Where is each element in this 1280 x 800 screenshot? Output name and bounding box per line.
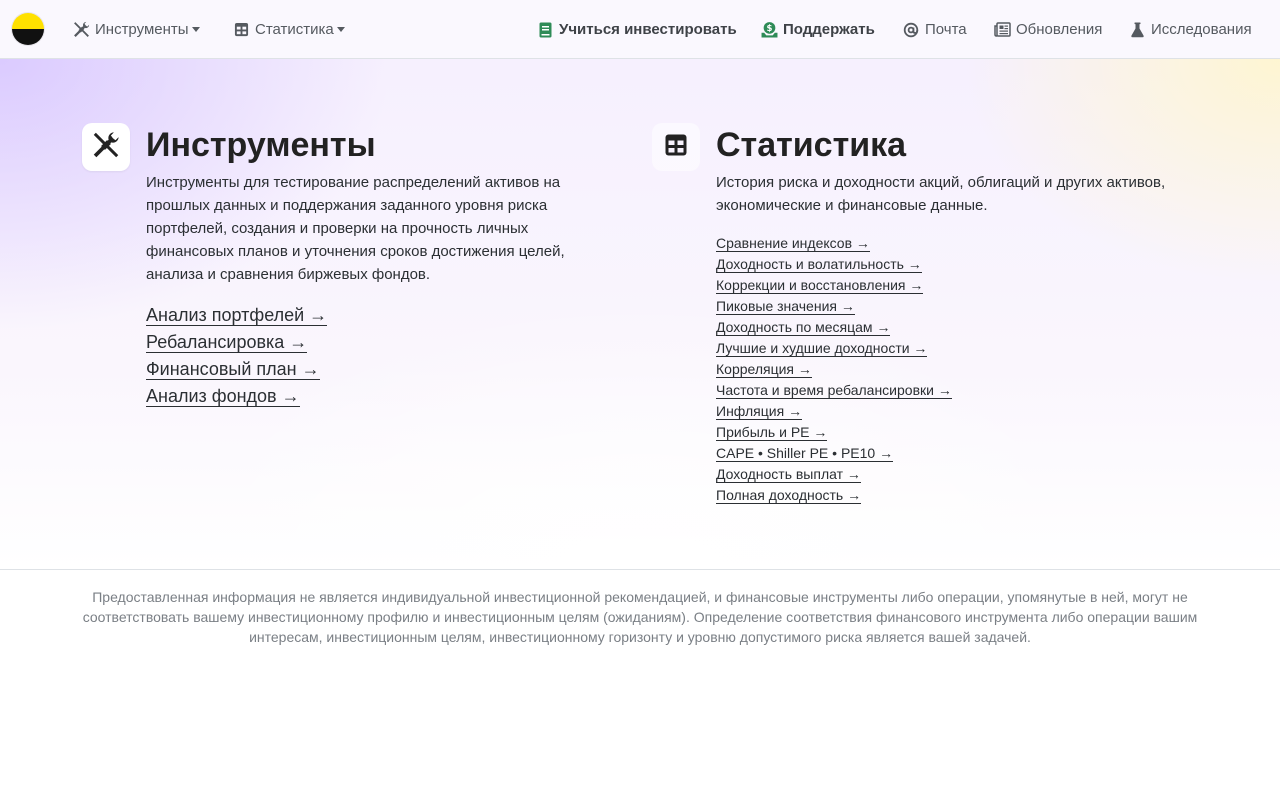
stats-link-total-return[interactable]: Полная доходность →: [716, 487, 862, 504]
list-item: Корреляция →: [716, 360, 952, 381]
stats-link-best-worst-returns[interactable]: Лучшие и худшие доходности →: [716, 340, 928, 357]
nav-research-link[interactable]: Исследования: [1128, 0, 1252, 59]
nav-support-label: Поддержать: [783, 21, 875, 38]
list-item: Лучшие и худшие доходности →: [716, 339, 952, 360]
table-icon: [664, 133, 688, 162]
nav-updates-label: Обновления: [1016, 21, 1103, 38]
stats-link-cape[interactable]: CAPE • Shiller PE • PE10 →: [716, 445, 894, 462]
nav-mail-label: Почта: [925, 21, 967, 38]
flask-icon: [1128, 21, 1146, 39]
disclaimer-text: Предоставленная информация не является и…: [82, 589, 1198, 645]
stats-link-rebalancing-frequency[interactable]: Частота и время ребалансировки →: [716, 382, 952, 399]
tools-links-list: Анализ портфелей → Ребалансировка → Фина…: [146, 303, 328, 411]
list-item: Анализ фондов →: [146, 384, 327, 411]
nav-mail-link[interactable]: Почта: [902, 0, 967, 59]
stats-section-icon: [652, 123, 700, 171]
nav-updates-link[interactable]: Обновления: [993, 0, 1102, 59]
list-item: Финансовый план →: [146, 357, 327, 384]
list-item: CAPE • Shiller PE • PE10 →: [716, 444, 952, 465]
book-icon: [536, 21, 554, 39]
list-item: Ребалансировка →: [146, 330, 327, 357]
nav-tools-dropdown[interactable]: Инструменты: [72, 0, 200, 59]
list-item: Инфляция →: [716, 402, 952, 423]
list-item: Полная доходность →: [716, 486, 952, 507]
nav-tools-label: Инструменты: [95, 21, 189, 38]
svg-text:$: $: [766, 24, 772, 34]
stats-section-title: Статистика: [716, 126, 907, 164]
list-item: Доходность и волатильность →: [716, 255, 952, 276]
nav-stats-dropdown[interactable]: Статистика: [232, 0, 345, 59]
tools-icon: [92, 131, 120, 164]
nav-support-link[interactable]: $ Поддержать: [760, 0, 875, 59]
stats-link-payout-yield[interactable]: Доходность выплат →: [716, 466, 861, 483]
list-item: Доходность выплат →: [716, 465, 952, 486]
list-item: Доходность по месяцам →: [716, 318, 952, 339]
tools-section-title: Инструменты: [146, 126, 376, 164]
table-icon: [232, 21, 250, 39]
hero-section: Инструменты Инструменты для тестирование…: [0, 59, 1280, 570]
tools-link-fund-analysis[interactable]: Анализ фондов →: [146, 386, 300, 407]
stats-link-index-comparison[interactable]: Сравнение индексов →: [716, 235, 870, 252]
stats-link-corrections-recoveries[interactable]: Коррекции и восстановления →: [716, 277, 924, 294]
at-sign-icon: [902, 21, 920, 39]
stats-link-return-volatility[interactable]: Доходность и волатильность →: [716, 256, 922, 273]
stats-link-monthly-returns[interactable]: Доходность по месяцам →: [716, 319, 891, 336]
nav-learn-label: Учиться инвестировать: [559, 21, 737, 38]
donate-icon: $: [760, 21, 778, 39]
nav-learn-link[interactable]: Учиться инвестировать: [536, 0, 737, 59]
stats-link-correlation[interactable]: Корреляция →: [716, 361, 812, 378]
tools-link-financial-plan[interactable]: Финансовый план →: [146, 359, 320, 380]
newspaper-icon: [993, 21, 1011, 39]
tools-icon: [72, 21, 90, 39]
list-item: Частота и время ребалансировки →: [716, 381, 952, 402]
tools-section-icon: [82, 123, 130, 171]
stats-link-earnings-pe[interactable]: Прибыль и PE →: [716, 424, 828, 441]
list-item: Сравнение индексов →: [716, 234, 952, 255]
stats-link-peak-values[interactable]: Пиковые значения →: [716, 298, 855, 315]
tools-link-portfolio-analysis[interactable]: Анализ портфелей →: [146, 305, 328, 326]
tools-section-description: Инструменты для тестирование распределен…: [146, 174, 565, 283]
stats-section-description: История риска и доходности акций, облига…: [716, 174, 1166, 214]
nav-stats-label: Статистика: [255, 21, 334, 38]
list-item: Пиковые значения →: [716, 297, 952, 318]
site-logo[interactable]: [12, 13, 44, 45]
top-navbar: Инструменты Статистика Учиться инвестиро…: [0, 0, 1280, 59]
stats-link-inflation[interactable]: Инфляция →: [716, 403, 803, 420]
stats-links-list: Сравнение индексов → Доходность и волати…: [716, 234, 952, 507]
list-item: Анализ портфелей →: [146, 303, 328, 330]
chevron-down-icon: [336, 27, 345, 32]
nav-research-label: Исследования: [1151, 21, 1252, 38]
list-item: Прибыль и PE →: [716, 423, 952, 444]
tools-link-rebalancing[interactable]: Ребалансировка →: [146, 332, 308, 353]
chevron-down-icon: [191, 27, 200, 32]
list-item: Коррекции и восстановления →: [716, 276, 952, 297]
